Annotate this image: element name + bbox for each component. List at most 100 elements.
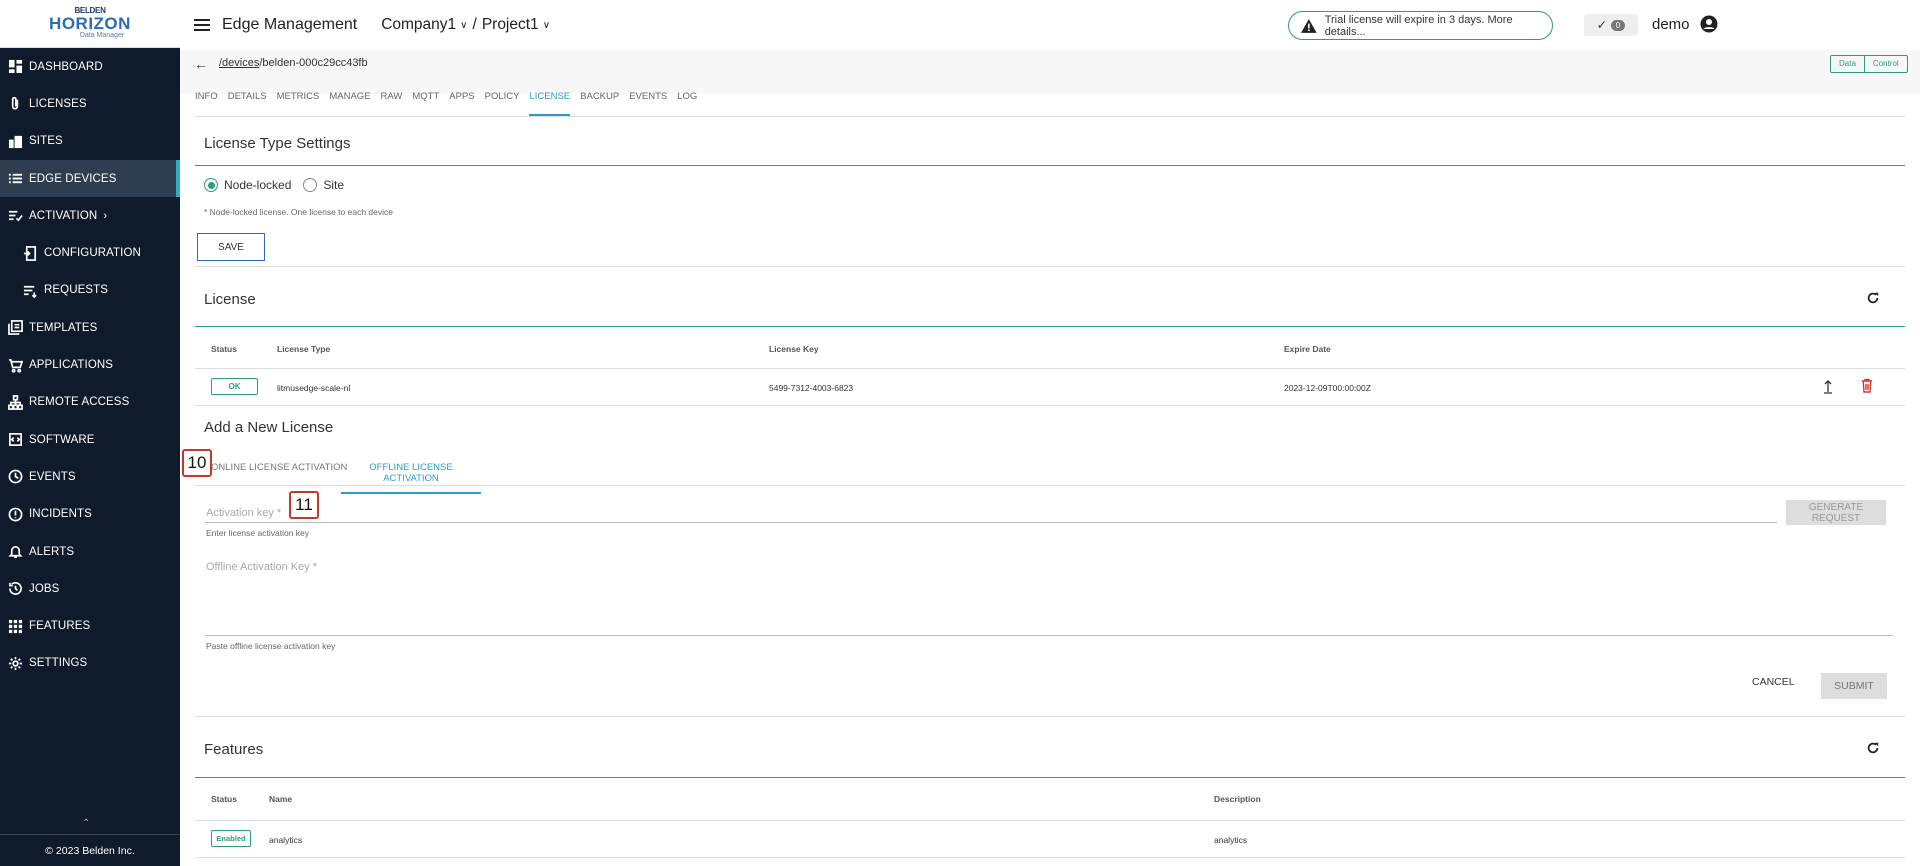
- sidebar-item-label: JOBS: [29, 582, 60, 595]
- refresh-icon[interactable]: [1866, 741, 1880, 755]
- configuration-icon: [22, 245, 38, 261]
- tab-offline-license-activation[interactable]: OFFLINE LICENSE ACTIVATION: [341, 462, 481, 494]
- tab-metrics[interactable]: METRICS: [277, 86, 320, 116]
- offline-key-textarea[interactable]: [205, 635, 1893, 636]
- tab-license[interactable]: LICENSE: [529, 86, 571, 116]
- activation-key-input[interactable]: [205, 522, 1777, 523]
- copyright: © 2023 Belden Inc.: [0, 834, 180, 866]
- gear-icon: [7, 655, 23, 671]
- sidebar-item-label: SETTINGS: [29, 657, 88, 670]
- save-button[interactable]: SAVE: [197, 233, 265, 261]
- sidebar-item-label: ALERTS: [29, 545, 75, 558]
- logo[interactable]: BELDEN HORIZON Data Manager: [0, 0, 180, 48]
- tab-online-license-activation[interactable]: ONLINE LICENSE ACTIVATION: [211, 462, 347, 473]
- tab-log[interactable]: LOG: [677, 86, 697, 116]
- breadcrumb-separator: /: [472, 16, 477, 33]
- add-license-title: Add a New License: [204, 419, 334, 436]
- feature-description-value: analytics: [1214, 835, 1248, 845]
- sidebar-item-label: FEATURES: [29, 620, 91, 633]
- app-title: Edge Management: [222, 16, 358, 33]
- column-header-license-type: License Type: [277, 344, 331, 354]
- back-arrow-icon[interactable]: ←: [194, 56, 208, 72]
- logo-sub-text: Data Manager: [79, 32, 125, 39]
- chevron-down-icon[interactable]: ∨: [543, 20, 550, 31]
- tab-raw[interactable]: RAW: [381, 86, 403, 116]
- sidebar-item-label: REQUESTS: [44, 284, 109, 297]
- list-icon: [7, 171, 23, 187]
- sidebar-item-events[interactable]: EVENTS: [0, 458, 180, 495]
- sidebar-item-software[interactable]: SOFTWARE: [0, 421, 180, 458]
- sidebar-item-activation[interactable]: ACTIVATION ›: [0, 197, 180, 234]
- submit-button[interactable]: SUBMIT: [1821, 673, 1887, 699]
- devices-link[interactable]: /devices: [219, 57, 259, 69]
- sidebar-item-edge-devices[interactable]: EDGE DEVICES: [0, 159, 180, 198]
- delete-icon[interactable]: [1861, 378, 1873, 393]
- status-badge: OK: [211, 378, 258, 395]
- building-icon: [7, 133, 23, 149]
- toggle-control[interactable]: Control: [1863, 56, 1907, 72]
- menu-icon[interactable]: [194, 16, 210, 34]
- activation-key-label: Activation key *: [206, 507, 282, 519]
- sidebar-item-jobs[interactable]: JOBS: [0, 570, 180, 607]
- license-type-radios: Node-locked Site: [204, 178, 344, 192]
- sidebar-item-licenses[interactable]: LICENSES: [0, 85, 180, 122]
- tab-backup[interactable]: BACKUP: [580, 86, 619, 116]
- section-divider: [195, 716, 1905, 717]
- warning-icon: [1301, 18, 1317, 33]
- sidebar-item-label: SITES: [29, 135, 63, 148]
- history-icon: [7, 581, 23, 597]
- section-divider: [195, 777, 1905, 778]
- section-divider: [195, 326, 1905, 327]
- sidebar-item-label: LICENSES: [29, 97, 87, 110]
- tabs-divider: [195, 485, 1905, 486]
- project-selector[interactable]: Project1: [482, 16, 539, 34]
- notifications-button[interactable]: ✓ 0: [1584, 14, 1638, 36]
- radio-site-label: Site: [323, 178, 345, 192]
- table-row-divider: [195, 857, 1905, 858]
- tab-mqtt[interactable]: MQTT: [412, 86, 439, 116]
- sidebar-item-label: ACTIVATION: [29, 209, 98, 222]
- account-icon[interactable]: [1700, 15, 1718, 33]
- column-header-expire-date: Expire Date: [1284, 344, 1331, 354]
- license-type-title: License Type Settings: [204, 135, 351, 152]
- tab-policy[interactable]: POLICY: [485, 86, 520, 116]
- sidebar-item-requests[interactable]: REQUESTS: [0, 272, 180, 309]
- radio-node-locked[interactable]: [204, 178, 218, 192]
- chevron-down-icon[interactable]: ∨: [460, 20, 467, 31]
- upload-icon[interactable]: [1822, 379, 1834, 394]
- data-control-toggle: Data Control: [1830, 55, 1908, 73]
- dashboard-icon: [7, 59, 23, 75]
- toggle-data[interactable]: Data: [1831, 56, 1864, 72]
- sidebar-item-configuration[interactable]: CONFIGURATION: [0, 234, 180, 271]
- sidebar-item-remote-access[interactable]: REMOTE ACCESS: [0, 384, 180, 421]
- sidebar-item-features[interactable]: FEATURES: [0, 607, 180, 644]
- tab-events[interactable]: EVENTS: [629, 86, 667, 116]
- tabs-divider: [195, 116, 1905, 117]
- sidebar-item-templates[interactable]: TEMPLATES: [0, 309, 180, 346]
- refresh-icon[interactable]: [1866, 291, 1880, 305]
- table-row-divider: [195, 405, 1905, 406]
- sidebar-item-incidents[interactable]: INCIDENTS: [0, 496, 180, 533]
- tab-apps[interactable]: APPS: [449, 86, 474, 116]
- sidebar-item-alerts[interactable]: ALERTS: [0, 533, 180, 570]
- license-section-title: License: [204, 291, 256, 308]
- alert-circle-icon: [7, 506, 23, 522]
- trial-license-notice[interactable]: Trial license will expire in 3 days. Mor…: [1288, 11, 1553, 40]
- cancel-button[interactable]: CANCEL: [1752, 676, 1795, 688]
- sidebar-item-applications[interactable]: APPLICATIONS: [0, 346, 180, 383]
- company-selector[interactable]: Company1: [381, 16, 456, 34]
- sidebar-item-label: TEMPLATES: [29, 321, 98, 334]
- radio-site[interactable]: [303, 178, 318, 192]
- user-name[interactable]: demo: [1652, 16, 1690, 33]
- tab-info[interactable]: INFO: [195, 86, 218, 116]
- tab-manage[interactable]: MANAGE: [329, 86, 370, 116]
- generate-request-button[interactable]: GENERATE REQUEST: [1786, 500, 1886, 525]
- tab-details[interactable]: DETAILS: [228, 86, 267, 116]
- offline-key-hint: Paste offline license activation key: [206, 641, 336, 651]
- sidebar-item-settings[interactable]: SETTINGS: [0, 645, 180, 682]
- sidebar-item-sites[interactable]: SITES: [0, 123, 180, 160]
- column-header-description: Description: [1214, 794, 1261, 804]
- sidebar-item-label: APPLICATIONS: [29, 359, 114, 372]
- sidebar-item-dashboard[interactable]: DASHBOARD: [0, 48, 180, 85]
- collapse-sidebar-icon[interactable]: ⌃: [82, 818, 90, 829]
